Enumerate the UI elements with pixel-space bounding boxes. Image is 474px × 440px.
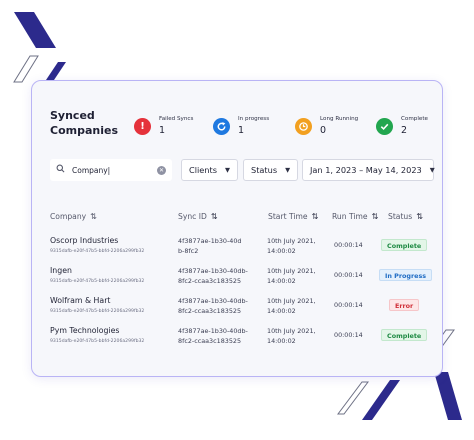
sort-icon: ⇅ xyxy=(371,212,379,221)
column-header-start-time[interactable]: Start Time ⇅ xyxy=(268,212,318,221)
company-name: Wolfram & Hart xyxy=(50,296,111,305)
company-id: 9315dafb-e20f-47b5-bbfd-2206a299fb32 xyxy=(50,309,145,314)
company-name: Ingen xyxy=(50,266,72,275)
page-title: Synced Companies xyxy=(50,109,118,137)
status-badge: In Progress xyxy=(379,269,433,281)
search-input[interactable]: Company| ✕ xyxy=(50,159,172,181)
stat-long-running: Long Running 0 xyxy=(295,116,359,136)
start-time: 10th July 2021, 14:00:02 xyxy=(267,237,316,255)
table-row[interactable]: Wolfram & Hart 9315dafb-e20f-47b5-bbfd-2… xyxy=(32,296,444,326)
sync-id: 4f3877ae-1b30-40d b-8fc2 xyxy=(178,237,242,255)
date-range-dropdown[interactable]: Jan 1, 2023 – May 14, 2023 ▼ xyxy=(302,159,435,181)
table-row[interactable]: Pym Technologies 9315dafb-e20f-47b5-bbfd… xyxy=(32,326,444,356)
stat-label: In progress xyxy=(238,116,270,122)
search-value: Company| xyxy=(72,165,111,175)
column-header-sync-id[interactable]: Sync ID ⇅ xyxy=(178,212,218,221)
date-range-label: Jan 1, 2023 – May 14, 2023 xyxy=(310,165,422,175)
company-id: 9315dafb-e20f-47b5-bbfd-2206a299fb32 xyxy=(50,249,145,254)
stat-value: 0 xyxy=(320,124,327,136)
sort-icon: ⇅ xyxy=(210,212,218,221)
stat-complete: Complete 2 xyxy=(376,116,428,136)
exclamation-icon: ! xyxy=(134,117,151,135)
company-id: 9315dafb-e20f-47b5-bbfd-2206a299fb32 xyxy=(50,279,145,284)
chevron-down-icon: ▼ xyxy=(225,166,230,174)
status-badge: Complete xyxy=(381,239,428,251)
column-header-run-time[interactable]: Run Time ⇅ xyxy=(332,212,378,221)
run-time: 00:00:14 xyxy=(334,271,363,279)
start-time: 10th July 2021, 14:00:02 xyxy=(267,327,316,345)
chevron-down-icon: ▼ xyxy=(429,166,435,174)
stat-value: 1 xyxy=(159,124,166,136)
run-time: 00:00:14 xyxy=(334,301,363,309)
sync-id: 4f3877ae-1b30-40db- 8fc2-ccaa3c183525 xyxy=(178,267,248,285)
sort-icon: ⇅ xyxy=(416,212,423,221)
start-time: 10th July 2021, 14:00:02 xyxy=(267,297,316,315)
column-header-status[interactable]: Status ⇅ xyxy=(388,212,423,221)
sort-icon: ⇅ xyxy=(90,212,97,221)
stat-value: 2 xyxy=(401,124,408,136)
clear-search-icon[interactable]: ✕ xyxy=(157,165,166,175)
status-dropdown[interactable]: Status ▼ xyxy=(243,159,298,181)
clock-icon xyxy=(295,117,312,135)
stat-value: 1 xyxy=(238,124,245,136)
stat-failed-syncs: ! Failed Syncs 1 xyxy=(134,116,194,136)
refresh-icon xyxy=(213,117,230,135)
company-name: Oscorp Industries xyxy=(50,236,119,245)
stat-label: Failed Syncs xyxy=(159,116,194,122)
clients-dropdown-label: Clients xyxy=(189,165,217,175)
start-time: 10th July 2021, 14:00:02 xyxy=(267,267,316,285)
status-badge: Error xyxy=(389,299,420,311)
column-header-company[interactable]: Company ⇅ xyxy=(50,212,97,221)
status-dropdown-label: Status xyxy=(251,165,278,175)
company-id: 9315dafb-e20f-47b5-bbfd-2206a299fb32 xyxy=(50,339,145,344)
table-row[interactable]: Oscorp Industries 9315dafb-e20f-47b5-bbf… xyxy=(32,236,444,266)
run-time: 00:00:14 xyxy=(334,331,363,339)
status-badge: Complete xyxy=(381,329,428,341)
synced-companies-card: Synced Companies ! Failed Syncs 1 In pro… xyxy=(31,80,443,377)
chevron-down-icon: ▼ xyxy=(285,166,291,174)
sort-icon: ⇅ xyxy=(311,212,319,221)
search-icon xyxy=(56,164,66,176)
clients-dropdown[interactable]: Clients ▼ xyxy=(181,159,238,181)
stat-label: Complete xyxy=(401,116,428,122)
sync-id: 4f3877ae-1b30-40db- 8fc2-ccaa3c183525 xyxy=(178,297,248,315)
company-name: Pym Technologies xyxy=(50,326,120,335)
sync-id: 4f3877ae-1b30-40db- 8fc2-ccaa3c183525 xyxy=(178,327,248,345)
run-time: 00:00:14 xyxy=(334,241,363,249)
check-icon xyxy=(376,117,393,135)
stat-in-progress: In progress 1 xyxy=(213,116,270,136)
table-row[interactable]: Ingen 9315dafb-e20f-47b5-bbfd-2206a299fb… xyxy=(32,266,444,296)
stat-label: Long Running xyxy=(320,116,359,122)
